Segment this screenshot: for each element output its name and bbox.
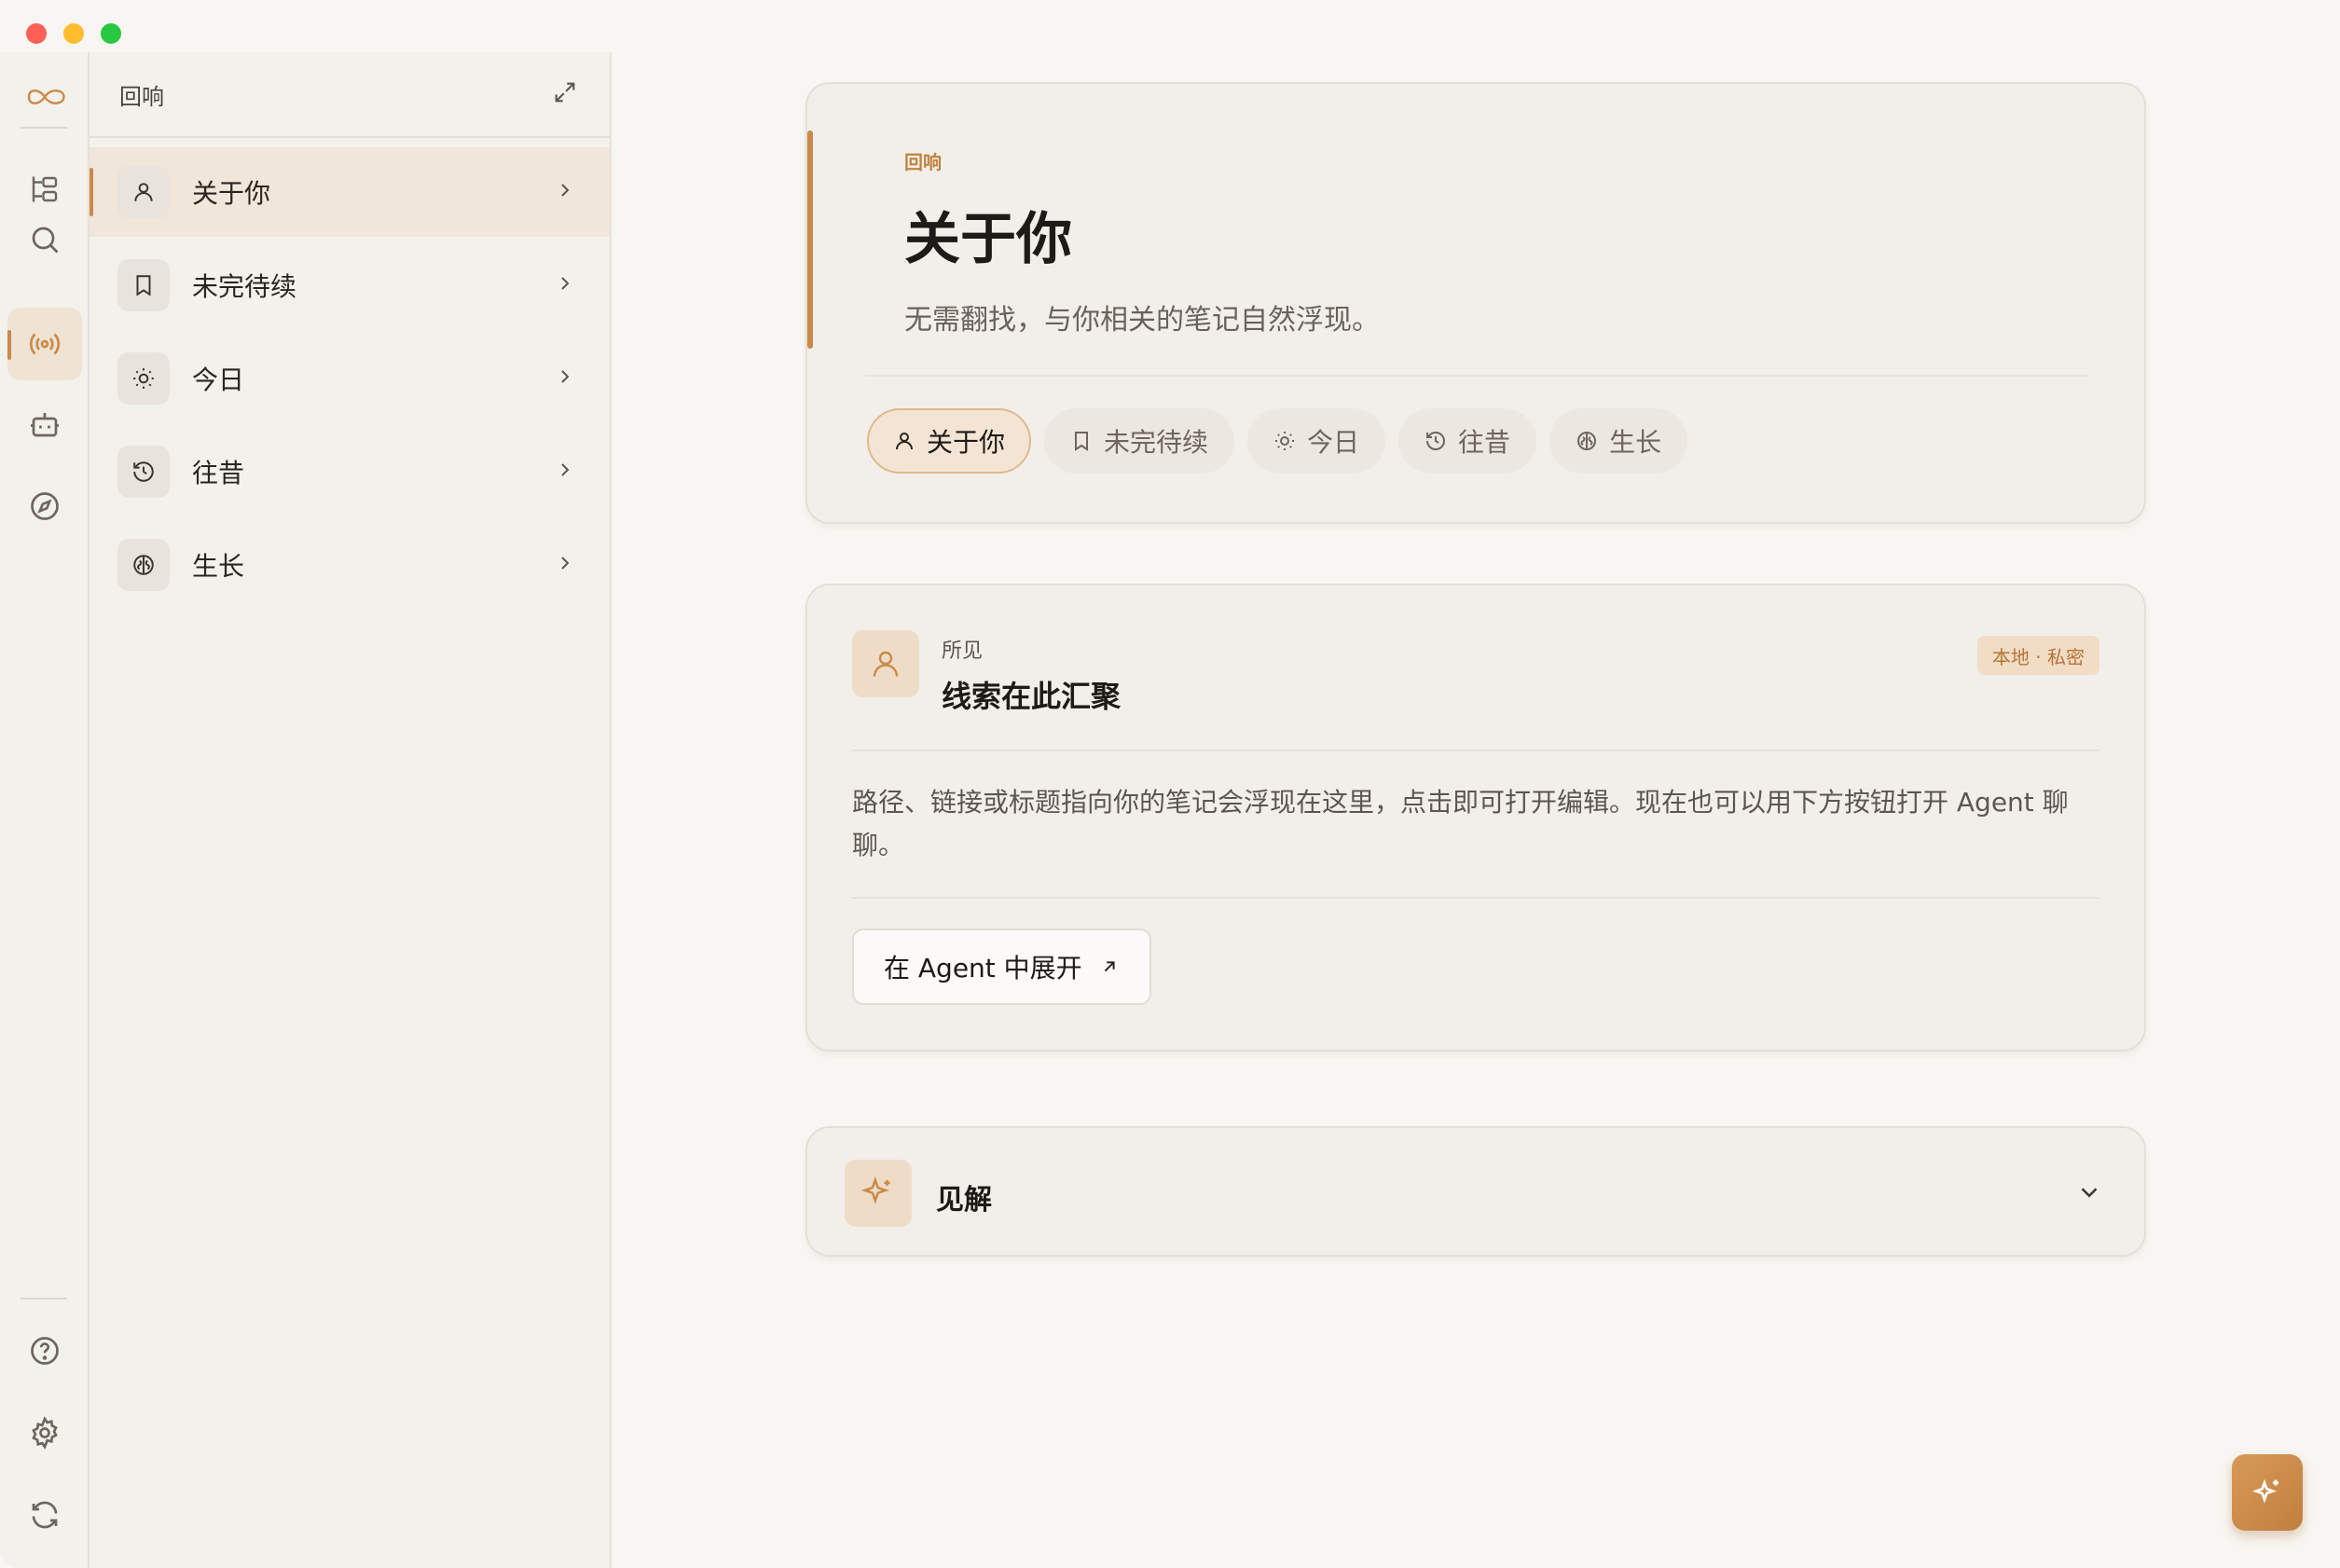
tab-today[interactable]: 今日 [1247, 408, 1386, 474]
brain-icon [1577, 432, 1597, 450]
sidebar-item-about-you[interactable]: 关于你 [89, 147, 610, 237]
page-title: 关于你 [904, 207, 1072, 272]
window-controls [26, 23, 121, 44]
search-button[interactable] [7, 203, 82, 276]
open-in-agent-button[interactable]: 在 Agent 中展开 [852, 928, 1151, 1005]
card-title: 线索在此汇聚 [942, 679, 1122, 714]
chevron-right-icon [561, 463, 570, 476]
radio-icon [29, 333, 61, 355]
agent-button[interactable] [7, 388, 82, 461]
sidebar-item-label: 关于你 [192, 178, 271, 209]
chevron-right-icon [561, 370, 570, 383]
logo-icon [21, 73, 69, 121]
tab-growth[interactable]: 生长 [1549, 408, 1688, 474]
history-icon [133, 461, 154, 482]
settings-icon [32, 1416, 58, 1450]
expand-toggle[interactable] [2075, 1178, 2103, 1210]
tab-label: 未完待续 [1104, 427, 1209, 458]
brain-icon [133, 555, 154, 575]
sidebar-header: 回响 [89, 52, 610, 138]
tab-label: 关于你 [927, 427, 1006, 458]
settings-button[interactable] [7, 1396, 82, 1469]
sidebar-item-today[interactable]: 今日 [89, 334, 610, 423]
sun-icon [133, 368, 154, 389]
bot-icon [31, 413, 59, 437]
tab-past[interactable]: 往昔 [1398, 408, 1537, 474]
hero-eyebrow: 回响 [904, 151, 942, 173]
minimize-window-button[interactable] [63, 23, 84, 44]
tree-icon [32, 176, 58, 202]
sidebar-item-label: 往昔 [192, 458, 245, 488]
clues-card: 所见 线索在此汇聚 本地 · 私密 路径、链接或标题指向你的笔记会浮现在这里，点… [805, 584, 2146, 1052]
compass-icon [31, 492, 59, 520]
echo-sidebar: 回响 关于你 未完待续 今日 往昔 生长 [89, 52, 612, 1568]
user-icon [134, 183, 153, 201]
history-icon [1426, 431, 1446, 450]
close-window-button[interactable] [26, 23, 47, 44]
user-icon [873, 651, 899, 677]
user-icon [896, 433, 913, 450]
card-icon [845, 1160, 912, 1227]
sync-icon [32, 1501, 58, 1529]
chevron-right-icon [561, 184, 570, 197]
chevron-right-icon [561, 277, 570, 290]
help-icon [31, 1337, 59, 1365]
rail-divider [21, 1298, 67, 1300]
section-tabs: 关于你 未完待续 今日 往昔 生长 [867, 408, 1688, 474]
privacy-badge: 本地 · 私密 [1976, 636, 2099, 675]
sparkles-icon [2252, 1479, 2278, 1504]
sidebar-title: 回响 [119, 83, 164, 110]
button-label: 在 Agent 中展开 [884, 953, 1082, 983]
insight-card[interactable]: 见解 [805, 1126, 2146, 1257]
expand-button[interactable] [552, 79, 578, 109]
sidebar-item-growth[interactable]: 生长 [89, 520, 610, 610]
sidebar-item-label: 今日 [192, 364, 245, 395]
tab-about-you[interactable]: 关于你 [867, 408, 1032, 474]
sidebar-item-unfinished[interactable]: 未完待续 [89, 241, 610, 330]
bookmark-icon [1075, 432, 1089, 451]
accent-bar [807, 131, 813, 349]
expand-icon [555, 82, 575, 103]
help-button[interactable] [7, 1314, 82, 1387]
explore-button[interactable] [7, 470, 82, 543]
sidebar-item-label: 生长 [192, 551, 245, 582]
app-window: 回响 关于你 未完待续 今日 往昔 生长 回响 关于你 无需翻找，与你相关的笔记… [0, 0, 2340, 1568]
card-icon [852, 630, 919, 697]
page-subtitle: 无需翻找，与你相关的笔记自然浮现。 [904, 304, 1380, 337]
echo-button[interactable] [7, 308, 82, 380]
ai-assistant-button[interactable] [2232, 1454, 2303, 1531]
hero-card: 回响 关于你 无需翻找，与你相关的笔记自然浮现。 关于你 未完待续 今日 往昔 [805, 82, 2146, 524]
sun-icon [1275, 432, 1295, 450]
sidebar-item-label: 未完待续 [192, 271, 297, 302]
divider [865, 375, 2088, 377]
rail-divider [21, 127, 67, 129]
chevron-right-icon [561, 557, 570, 570]
tab-label: 往昔 [1458, 427, 1511, 458]
sidebar-item-past[interactable]: 往昔 [89, 427, 610, 516]
divider [852, 750, 2099, 751]
card-title: 见解 [936, 1184, 992, 1217]
chevron-down-icon [2081, 1188, 2098, 1198]
sparkles-icon [860, 1176, 890, 1204]
card-description: 路径、链接或标题指向你的笔记会浮现在这里，点击即可打开编辑。现在也可以用下方按钮… [852, 787, 2069, 860]
tab-unfinished[interactable]: 未完待续 [1044, 408, 1235, 474]
bookmark-icon [136, 275, 151, 296]
tab-label: 生长 [1609, 427, 1662, 458]
card-eyebrow: 所见 [942, 640, 984, 663]
maximize-window-button[interactable] [101, 23, 121, 44]
search-icon [32, 227, 59, 254]
sync-button[interactable] [7, 1479, 82, 1551]
sidebar-nav: 关于你 未完待续 今日 往昔 生长 [89, 138, 610, 610]
tab-label: 今日 [1307, 427, 1360, 458]
icon-rail [0, 52, 89, 1568]
divider [852, 897, 2099, 899]
arrow-up-right-icon [1104, 961, 1115, 972]
